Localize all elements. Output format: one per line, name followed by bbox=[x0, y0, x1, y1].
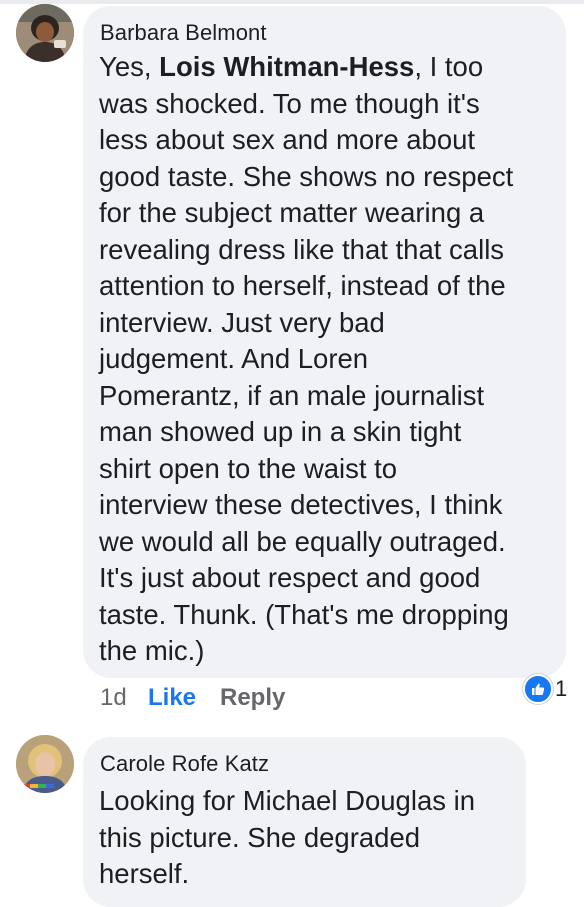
reaction-count: 1 bbox=[555, 676, 568, 701]
top-divider bbox=[0, 0, 584, 4]
comment-text: Looking for Michael Douglas in this pict… bbox=[99, 785, 476, 889]
comment-text-rest: , I too was shocked. To me though it's l… bbox=[99, 51, 514, 666]
avatar[interactable] bbox=[16, 735, 74, 793]
comment-text: Yes, Lois Whitman-Hess, I too was shocke… bbox=[99, 49, 559, 670]
like-button[interactable]: Like bbox=[148, 684, 196, 712]
avatar[interactable] bbox=[16, 4, 74, 62]
comment-author-name[interactable]: Barbara Belmont bbox=[100, 20, 267, 46]
comment-bubble: Barbara Belmont Yes, Lois Whitman-Hess, … bbox=[83, 6, 566, 678]
thumbs-up-icon bbox=[523, 674, 553, 704]
avatar-photo-icon bbox=[16, 735, 74, 793]
comment-text-intro: Yes, bbox=[99, 51, 160, 82]
comment-bubble: Carole Rofe Katz Looking for Michael Dou… bbox=[83, 737, 526, 907]
avatar-photo-icon bbox=[16, 4, 74, 62]
reply-button[interactable]: Reply bbox=[220, 684, 285, 712]
mention-link[interactable]: Lois Whitman-Hess bbox=[159, 51, 414, 82]
comment-timestamp[interactable]: 1d bbox=[100, 684, 127, 712]
comment-author-name[interactable]: Carole Rofe Katz bbox=[100, 751, 269, 777]
reaction-summary[interactable]: 1 bbox=[523, 674, 567, 704]
